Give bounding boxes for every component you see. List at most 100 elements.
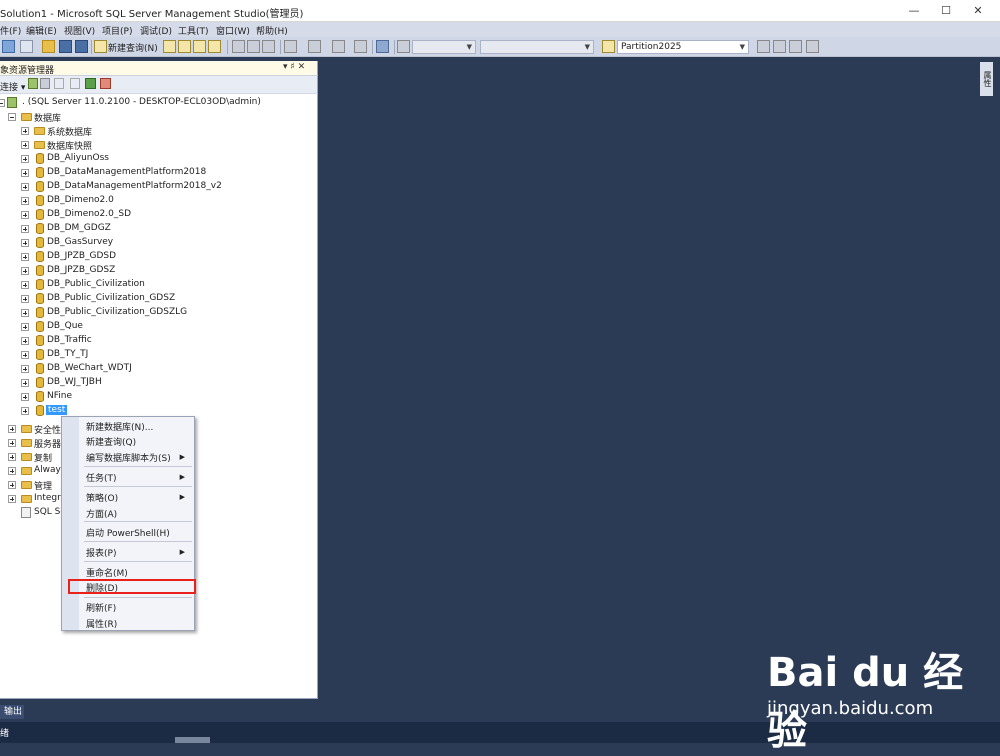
navigate-icon[interactable] [332,40,345,53]
maximize-button[interactable]: ☐ [930,0,962,22]
expand-icon[interactable] [21,351,29,359]
expand-icon[interactable] [21,169,29,177]
available-databases-combo[interactable]: Partition2025 ▼ [617,40,749,54]
analysis-query-icon[interactable] [178,40,191,53]
tree-node-database[interactable]: DB_DataManagementPlatform2018 [0,166,318,180]
expand-icon[interactable] [21,281,29,289]
expand-icon[interactable] [8,453,16,461]
collapse-icon[interactable] [0,99,5,107]
tree-node-databases[interactable]: 数据库 [0,110,318,124]
tree-node-database[interactable]: DB_TY_TJ [0,348,318,362]
registered-servers-icon[interactable] [806,40,819,53]
undo-icon[interactable] [284,40,297,53]
start-debug-icon[interactable] [397,40,410,53]
find-icon[interactable] [354,40,367,53]
menu-item-rename[interactable]: 重命名(M) [86,566,128,579]
tree-node-database[interactable]: DB_DM_GDGZ [0,222,318,236]
menu-window[interactable]: 窗口(W) [216,24,250,37]
close-button[interactable]: ✕ [962,0,994,22]
activity-monitor-icon[interactable] [100,78,111,89]
expand-icon[interactable] [21,141,29,149]
filter-icon[interactable] [70,78,80,89]
save-all-icon[interactable] [75,40,88,53]
menu-item-tasks[interactable]: 任务(T) [86,471,117,484]
tree-node-system-databases[interactable]: 系统数据库 [0,124,318,138]
menu-debug[interactable]: 调试(D) [140,24,172,37]
expand-icon[interactable] [21,211,29,219]
cut-icon[interactable] [232,40,245,53]
tree-node-database[interactable]: DB_JPZB_GDSD [0,250,318,264]
menu-item-properties[interactable]: 属性(R) [86,617,117,630]
object-explorer-icon[interactable] [773,40,786,53]
expand-icon[interactable] [21,393,29,401]
disconnect-icon[interactable] [40,78,50,89]
paste-icon[interactable] [262,40,275,53]
expand-icon[interactable] [21,323,29,331]
menu-item-reports[interactable]: 报表(P) [86,546,116,559]
expand-icon[interactable] [21,295,29,303]
db-engine-query-icon[interactable] [163,40,176,53]
tree-node-database[interactable]: DB_Dimeno2.0_SD [0,208,318,222]
tree-node-database[interactable]: DB_AliyunOss [0,152,318,166]
expand-icon[interactable] [21,309,29,317]
menu-view[interactable]: 视图(V) [64,24,95,37]
expand-icon[interactable] [8,481,16,489]
menu-tools[interactable]: 工具(T) [178,24,209,37]
expand-icon[interactable] [21,337,29,345]
properties-tab[interactable]: 属性 [980,62,993,96]
expand-icon[interactable] [8,495,16,503]
solution-platform-combo[interactable]: ▼ [480,40,594,54]
add-item-icon[interactable] [20,40,33,53]
copy-icon[interactable] [247,40,260,53]
toolbox-icon[interactable] [376,40,389,53]
menu-item-policies[interactable]: 策略(O) [86,491,118,504]
connect-button[interactable]: 连接 ▾ [0,80,25,93]
expand-icon[interactable] [21,407,29,415]
expand-icon[interactable] [21,239,29,247]
expand-icon[interactable] [21,267,29,275]
tree-node-database[interactable]: DB_JPZB_GDSZ [0,264,318,278]
expand-icon[interactable] [21,197,29,205]
save-icon[interactable] [59,40,72,53]
tree-node-database[interactable]: DB_Traffic [0,334,318,348]
collapse-icon[interactable] [8,113,16,121]
tree-node-server[interactable]: . (SQL Server 11.0.2100 - DESKTOP-ECL03O… [0,96,318,110]
mdx-query-icon[interactable] [193,40,206,53]
new-query-icon[interactable] [94,40,107,53]
expand-icon[interactable] [21,155,29,163]
tree-node-database[interactable]: DB_Public_Civilization_GDSZ [0,292,318,306]
refresh-icon[interactable] [85,78,96,89]
horizontal-scrollbar[interactable] [175,737,210,743]
tree-node-database[interactable]: DB_Public_Civilization_GDSZLG [0,306,318,320]
menu-item-new-database[interactable]: 新建数据库(N)... [86,420,153,433]
menu-help[interactable]: 帮助(H) [256,24,288,37]
template-explorer-icon[interactable] [789,40,802,53]
open-file-icon[interactable] [42,40,55,53]
output-tab[interactable]: 输出 [0,705,24,719]
properties-icon[interactable] [757,40,770,53]
tree-node-database[interactable]: DB_Public_Civilization [0,278,318,292]
redo-icon[interactable] [308,40,321,53]
expand-icon[interactable] [8,439,16,447]
menu-file[interactable]: 件(F) [0,24,21,37]
expand-icon[interactable] [21,127,29,135]
expand-icon[interactable] [21,253,29,261]
menu-item-refresh[interactable]: 刷新(F) [86,601,116,614]
menu-item-new-query[interactable]: 新建查询(Q) [86,435,136,448]
menu-item-facets[interactable]: 方面(A) [86,507,117,520]
pane-controls[interactable]: ▾ ♯ ✕ [283,62,305,72]
tree-node-database[interactable]: DB_WJ_TJBH [0,376,318,390]
expand-icon[interactable] [21,183,29,191]
tree-node-database[interactable]: DB_WeChart_WDTJ [0,362,318,376]
expand-icon[interactable] [21,365,29,373]
expand-icon[interactable] [8,425,16,433]
menu-item-start-powershell[interactable]: 启动 PowerShell(H) [86,526,170,539]
stop-icon[interactable] [54,78,64,89]
expand-icon[interactable] [21,379,29,387]
menu-project[interactable]: 项目(P) [102,24,132,37]
minimize-button[interactable]: — [898,0,930,22]
tree-node-snapshots[interactable]: 数据库快照 [0,138,318,152]
tree-node-database[interactable]: DB_Que [0,320,318,334]
new-project-icon[interactable] [2,40,15,53]
menu-item-script-database[interactable]: 编写数据库脚本为(S) [86,451,171,464]
